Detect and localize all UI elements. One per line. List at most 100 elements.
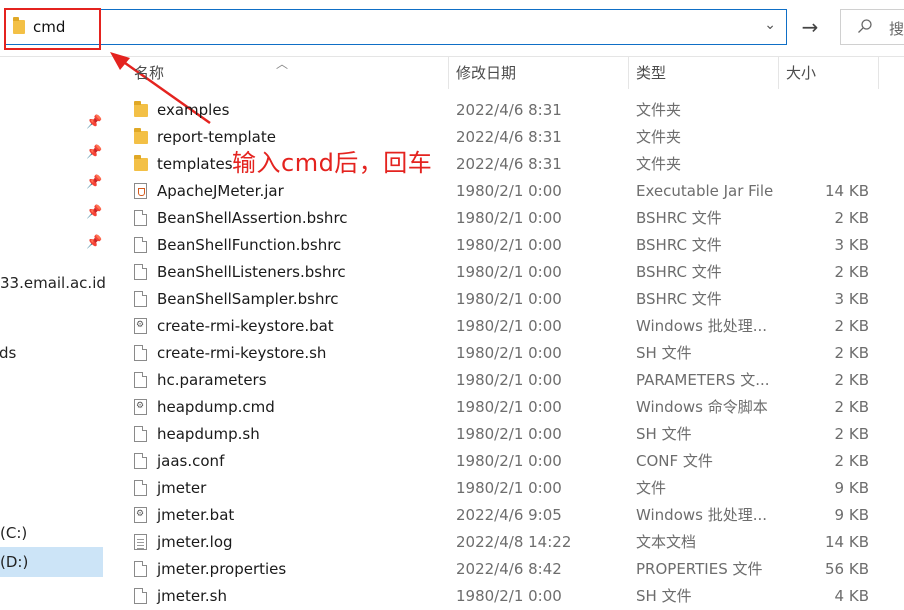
- column-date[interactable]: 修改日期: [456, 57, 516, 89]
- table-row[interactable]: BeanShellAssertion.bshrc 1980/2/1 0:00 BSH…: [106, 205, 904, 232]
- pin-icon[interactable]: 📌: [86, 205, 102, 220]
- nav-item-email[interactable]: 33.email.ac.id: [0, 274, 105, 292]
- table-row[interactable]: BeanShellListeners.bshrc 1980/2/1 0:00 BSH…: [106, 259, 904, 286]
- table-row[interactable]: heapdump.cmd 1980/2/1 0:00 Windows 命令脚本 2 K…: [106, 394, 904, 421]
- file-icon: [134, 345, 147, 361]
- file-type: 文件夹: [636, 128, 682, 146]
- pin-icon[interactable]: 📌: [86, 175, 102, 190]
- file-date: 1980/2/1 0:00: [456, 425, 562, 443]
- nav-item-ds[interactable]: ds: [0, 344, 16, 362]
- file-date: 1980/2/1 0:00: [456, 452, 562, 470]
- file-size: 14 KB: [825, 182, 869, 200]
- file-size: 9 KB: [834, 506, 869, 524]
- table-row[interactable]: jmeter.sh 1980/2/1 0:00 SH 文件 4 KB: [106, 583, 904, 610]
- file-icon: [134, 480, 147, 496]
- table-row[interactable]: create-rmi-keystore.sh 1980/2/1 0:00 SH 文件…: [106, 340, 904, 367]
- file-type: SH 文件: [636, 344, 692, 362]
- file-date: 2022/4/6 8:42: [456, 560, 562, 578]
- file-size: 3 KB: [834, 290, 869, 308]
- nav-item-label: (D:): [0, 553, 29, 571]
- file-type: 文件夹: [636, 101, 682, 119]
- table-row[interactable]: heapdump.sh 1980/2/1 0:00 SH 文件 2 KB: [106, 421, 904, 448]
- nav-item-drive-d[interactable]: (D:): [0, 547, 103, 577]
- file-date: 2022/4/6 8:31: [456, 101, 562, 119]
- pin-icon[interactable]: 📌: [86, 115, 102, 130]
- file-icon: [134, 588, 147, 604]
- file-name: examples: [157, 101, 230, 119]
- file-date: 1980/2/1 0:00: [456, 317, 562, 335]
- folder-icon: [134, 155, 148, 171]
- file-date: 2022/4/6 9:05: [456, 506, 562, 524]
- nav-item-label: 33.email.ac.id: [0, 274, 105, 292]
- file-type: BSHRC 文件: [636, 263, 722, 281]
- file-name: create-rmi-keystore.bat: [157, 317, 334, 335]
- column-name[interactable]: 名称: [134, 57, 164, 89]
- file-size: 2 KB: [834, 344, 869, 362]
- navigation-pane: 📌 📌 📌 📌 📌 33.email.ac.id ds (C:) (D:): [0, 57, 105, 608]
- gear-file-icon: [134, 507, 147, 523]
- folder-icon: [134, 101, 148, 117]
- text-file-icon: [134, 534, 147, 550]
- table-row[interactable]: templates 2022/4/6 8:31 文件夹: [106, 151, 904, 178]
- pin-icon[interactable]: 📌: [86, 235, 102, 250]
- file-date: 1980/2/1 0:00: [456, 344, 562, 362]
- file-icon: [134, 372, 147, 388]
- file-size: 56 KB: [825, 560, 869, 578]
- file-name: jmeter.log: [157, 533, 233, 551]
- column-separator[interactable]: [878, 57, 879, 89]
- table-row[interactable]: BeanShellSampler.bshrc 1980/2/1 0:00 BSHRC…: [106, 286, 904, 313]
- column-type[interactable]: 类型: [636, 57, 666, 89]
- table-row[interactable]: jmeter.properties 2022/4/6 8:42 PROPERTIES…: [106, 556, 904, 583]
- file-icon: [134, 237, 147, 253]
- table-row[interactable]: hc.parameters 1980/2/1 0:00 PARAMETERS 文..…: [106, 367, 904, 394]
- file-icon: [134, 264, 147, 280]
- table-row[interactable]: jmeter.log 2022/4/8 14:22 文本文档 14 KB: [106, 529, 904, 556]
- table-row[interactable]: jmeter.bat 2022/4/6 9:05 Windows 批处理... 9 K…: [106, 502, 904, 529]
- file-date: 1980/2/1 0:00: [456, 209, 562, 227]
- nav-item-label: ds: [0, 344, 17, 362]
- file-name: report-template: [157, 128, 276, 146]
- table-row[interactable]: jaas.conf 1980/2/1 0:00 CONF 文件 2 KB: [106, 448, 904, 475]
- table-row[interactable]: create-rmi-keystore.bat 1980/2/1 0:00 Wind…: [106, 313, 904, 340]
- file-name: jaas.conf: [157, 452, 225, 470]
- file-size: 2 KB: [834, 452, 869, 470]
- file-size: 2 KB: [834, 371, 869, 389]
- file-name: hc.parameters: [157, 371, 267, 389]
- file-name: templates: [157, 155, 233, 173]
- file-size: 2 KB: [834, 425, 869, 443]
- file-size: 9 KB: [834, 479, 869, 497]
- folder-icon: [134, 128, 148, 144]
- file-date: 1980/2/1 0:00: [456, 236, 562, 254]
- file-date: 1980/2/1 0:00: [456, 587, 562, 605]
- file-date: 1980/2/1 0:00: [456, 290, 562, 308]
- file-icon: [134, 453, 147, 469]
- nav-item-drive-c[interactable]: (C:): [0, 524, 27, 542]
- column-separator[interactable]: [448, 57, 449, 89]
- nav-item-label: (C:): [0, 524, 28, 542]
- file-date: 2022/4/8 14:22: [456, 533, 572, 551]
- file-name: jmeter: [157, 479, 207, 497]
- gear-file-icon: [134, 318, 147, 334]
- file-name: jmeter.properties: [157, 560, 287, 578]
- table-row[interactable]: report-template 2022/4/6 8:31 文件夹: [106, 124, 904, 151]
- column-size[interactable]: 大小: [786, 57, 816, 89]
- file-name: ApacheJMeter.jar: [157, 182, 284, 200]
- file-type: CONF 文件: [636, 452, 713, 470]
- pin-icon[interactable]: 📌: [86, 145, 102, 160]
- sort-up-icon: ︿: [276, 57, 289, 71]
- column-separator[interactable]: [628, 57, 629, 89]
- table-row[interactable]: BeanShellFunction.bshrc 1980/2/1 0:00 BSHR…: [106, 232, 904, 259]
- file-date: 1980/2/1 0:00: [456, 263, 562, 281]
- table-row[interactable]: ApacheJMeter.jar 1980/2/1 0:00 Executable …: [106, 178, 904, 205]
- file-type: PARAMETERS 文...: [636, 371, 770, 389]
- table-row[interactable]: jmeter 1980/2/1 0:00 文件 9 KB: [106, 475, 904, 502]
- table-row[interactable]: examples 2022/4/6 8:31 文件夹: [106, 97, 904, 124]
- file-type: SH 文件: [636, 425, 692, 443]
- file-type: SH 文件: [636, 587, 692, 605]
- jar-file-icon: [134, 183, 147, 199]
- file-size: 4 KB: [834, 587, 869, 605]
- file-icon: [134, 561, 147, 577]
- file-name: BeanShellAssertion.bshrc: [157, 209, 348, 227]
- column-separator[interactable]: [778, 57, 779, 89]
- file-icon: [134, 291, 147, 307]
